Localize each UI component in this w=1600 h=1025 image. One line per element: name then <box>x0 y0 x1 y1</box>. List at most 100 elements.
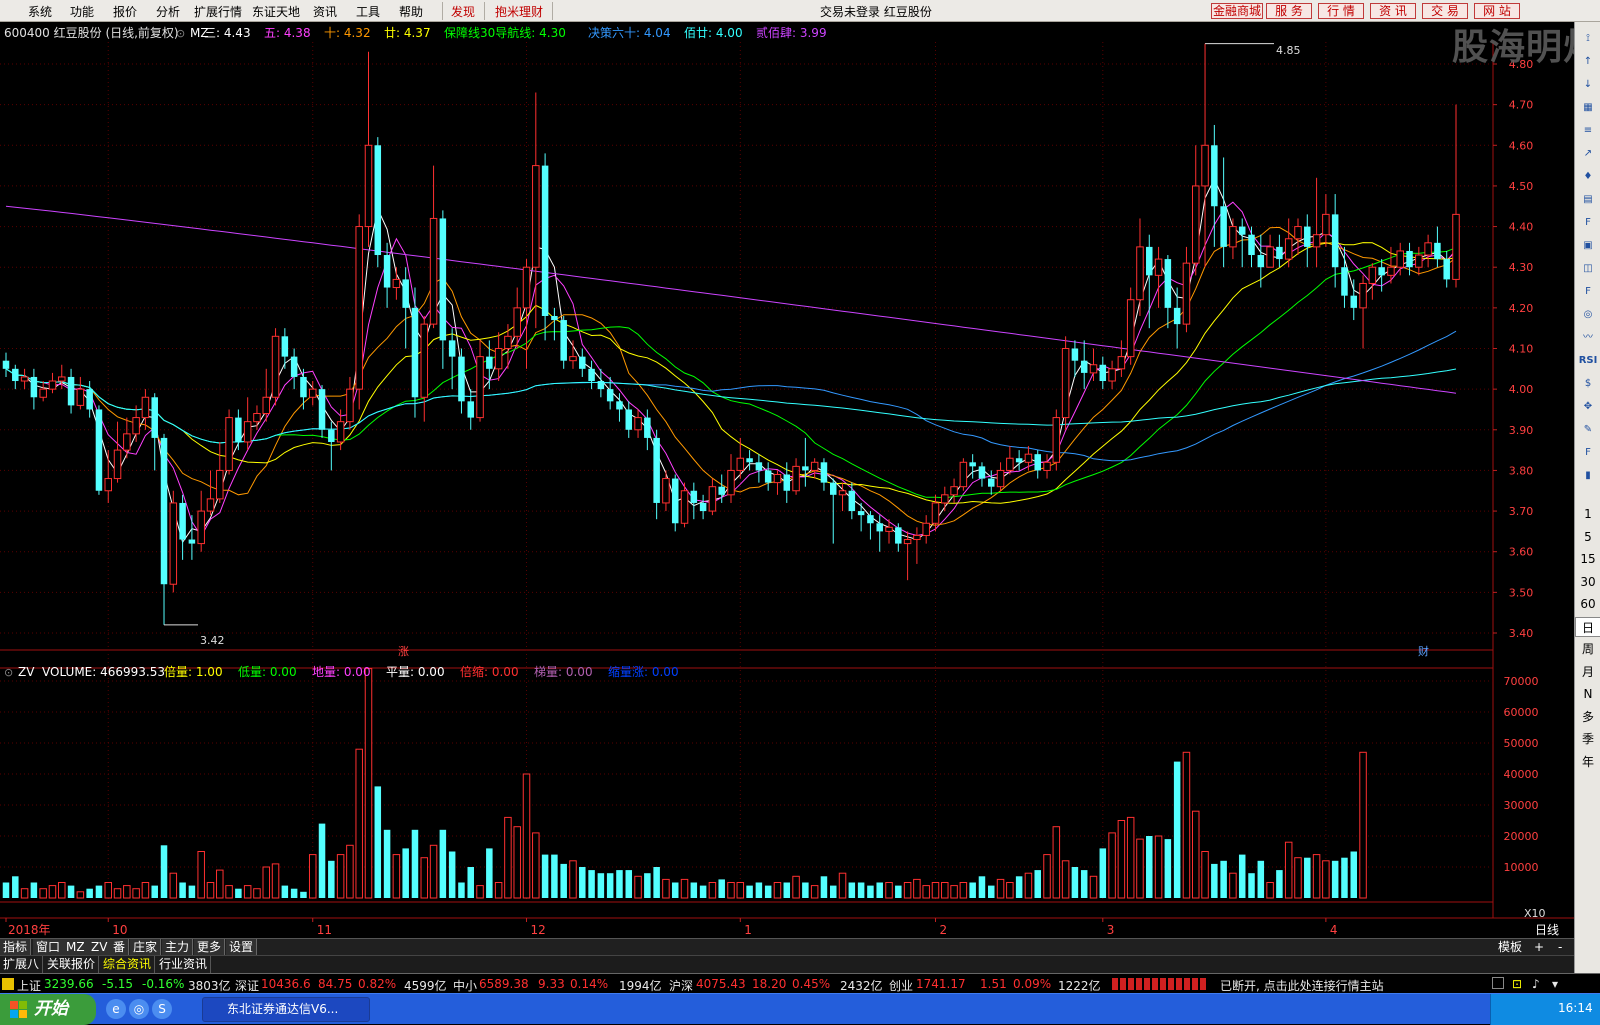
volume-bar[interactable] <box>1191 810 1200 899</box>
checkbox-icon[interactable] <box>1492 977 1504 989</box>
candlestick[interactable] <box>374 137 382 268</box>
volume-indicator-dropdown-icon[interactable]: ⊙ <box>4 666 13 679</box>
volume-bar[interactable] <box>39 888 47 899</box>
volume-bar[interactable] <box>374 786 382 898</box>
volume-bar[interactable] <box>169 872 178 899</box>
template-button[interactable]: 模板 <box>1498 939 1522 956</box>
menu-extended-market[interactable]: 扩展行情 <box>194 3 242 20</box>
volume-bar[interactable] <box>1229 872 1237 899</box>
website-button[interactable]: 网 站 <box>1474 3 1520 19</box>
f5-icon[interactable]: F <box>1578 444 1598 462</box>
period-2-button[interactable]: 15 <box>1575 549 1600 569</box>
up-arrow-icon[interactable]: ↑ <box>1578 53 1598 71</box>
period-3-button[interactable]: 30 <box>1575 572 1600 592</box>
volume-bar[interactable] <box>671 882 679 899</box>
volume-bar[interactable] <box>448 851 456 899</box>
volume-bar[interactable] <box>662 878 670 899</box>
volume-bar[interactable] <box>20 888 29 899</box>
volume-bar[interactable] <box>931 882 940 899</box>
volume-bar[interactable] <box>764 885 772 898</box>
volume-bar[interactable] <box>1080 870 1088 898</box>
volume-bar[interactable] <box>755 882 763 899</box>
volume-bar[interactable] <box>206 882 215 899</box>
alert-icon[interactable]: ⊡ <box>1512 977 1522 991</box>
volume-bar[interactable] <box>1350 851 1358 899</box>
volume-bar[interactable] <box>792 875 800 899</box>
period-11-button[interactable]: 年 <box>1575 752 1600 772</box>
period-0-button[interactable]: 1 <box>1575 504 1600 524</box>
period-7-button[interactable]: 月 <box>1575 662 1600 682</box>
menu-discover[interactable]: 发现 <box>451 3 475 20</box>
candlestick[interactable] <box>541 153 549 341</box>
info-button[interactable]: 资 讯 <box>1370 3 1416 19</box>
volume-bar[interactable] <box>2 882 10 899</box>
tab-main-force[interactable]: 主力 <box>162 939 194 956</box>
volume-bar[interactable] <box>383 829 391 898</box>
menu-info[interactable]: 资讯 <box>313 3 337 20</box>
volume-bar[interactable] <box>58 882 66 899</box>
volume-bar[interactable] <box>1331 860 1339 898</box>
volume-bar[interactable] <box>634 875 642 899</box>
volume-bar[interactable] <box>1006 882 1014 899</box>
volume-bar[interactable] <box>829 885 837 898</box>
volume-bar[interactable] <box>1220 860 1227 898</box>
app-icon[interactable]: ◎ <box>129 999 149 1019</box>
volume-bar[interactable] <box>1089 875 1098 899</box>
volume-bar[interactable] <box>950 885 958 899</box>
remove-window-button[interactable]: - <box>1558 939 1562 956</box>
volume-bar[interactable] <box>708 882 717 899</box>
volume-bar[interactable] <box>551 854 558 898</box>
period-4-button[interactable]: 60 <box>1575 594 1600 614</box>
browser-icon[interactable]: S <box>152 999 172 1019</box>
tab-settings[interactable]: 设置 <box>226 939 258 956</box>
volume-bar[interactable] <box>959 882 968 899</box>
index-ticker[interactable]: 上证 3239.66 -5.15 -0.16% 3803亿 深证 10436.6… <box>0 973 1600 993</box>
volume-bar[interactable] <box>885 882 893 899</box>
volume-bar[interactable] <box>281 885 289 898</box>
volume-bar[interactable] <box>579 867 586 898</box>
volume-bar[interactable] <box>67 885 75 898</box>
volume-bar[interactable] <box>123 885 131 899</box>
volume-bar[interactable] <box>30 882 38 899</box>
volume-bar[interactable] <box>1173 761 1181 898</box>
volume-bar[interactable] <box>1164 839 1172 898</box>
volume-indicator-name[interactable]: ZV <box>18 665 35 679</box>
report-icon[interactable]: ▣ <box>1578 237 1598 255</box>
volume-bar[interactable] <box>1071 867 1079 898</box>
ie-icon[interactable]: e <box>106 999 126 1019</box>
volume-bar[interactable] <box>996 878 1005 899</box>
volume-bar[interactable] <box>95 885 103 898</box>
volume-bar[interactable] <box>1034 870 1041 898</box>
volume-bar[interactable] <box>104 882 112 899</box>
volume-bar[interactable] <box>810 885 819 899</box>
tab-extend-eight[interactable]: 扩展八 <box>0 956 44 974</box>
volume-bar[interactable] <box>895 885 902 898</box>
volume-bar[interactable] <box>1312 854 1321 899</box>
volume-bar[interactable] <box>494 882 503 899</box>
volume-bar[interactable] <box>560 863 567 898</box>
tab-zv[interactable]: ZV <box>88 939 112 956</box>
chart-icon[interactable]: ↗ <box>1578 145 1598 163</box>
period-8-button[interactable]: N <box>1575 684 1600 704</box>
volume-bar[interactable] <box>1304 857 1311 898</box>
menu-system[interactable]: 系统 <box>28 3 52 20</box>
pen-icon[interactable]: ✎ <box>1578 421 1598 439</box>
mall-button[interactable]: 金融商城 <box>1211 3 1263 19</box>
connection-status[interactable]: 已断开, 点击此处连接行情主站 <box>1220 977 1384 994</box>
volume-bar[interactable] <box>76 891 85 899</box>
tab-more[interactable]: 更多 <box>194 939 226 956</box>
volume-bar[interactable] <box>541 854 549 898</box>
tab-industry-info[interactable]: 行业资讯 <box>156 956 212 974</box>
indicator-dropdown-icon[interactable]: ⊙ <box>176 27 185 40</box>
tab-general-info[interactable]: 综合资讯 <box>100 956 156 974</box>
period-6-button[interactable]: 周 <box>1575 639 1600 659</box>
candlestick[interactable] <box>169 490 178 593</box>
candlestick[interactable] <box>671 474 679 532</box>
volume-bar[interactable] <box>271 863 280 899</box>
volume-bar[interactable] <box>86 888 93 898</box>
volume-bar[interactable] <box>1182 751 1191 899</box>
volume-bar[interactable] <box>308 854 317 899</box>
volume-bar[interactable] <box>820 876 828 898</box>
volume-bar[interactable] <box>969 882 976 899</box>
volume-bar[interactable] <box>1136 838 1144 899</box>
